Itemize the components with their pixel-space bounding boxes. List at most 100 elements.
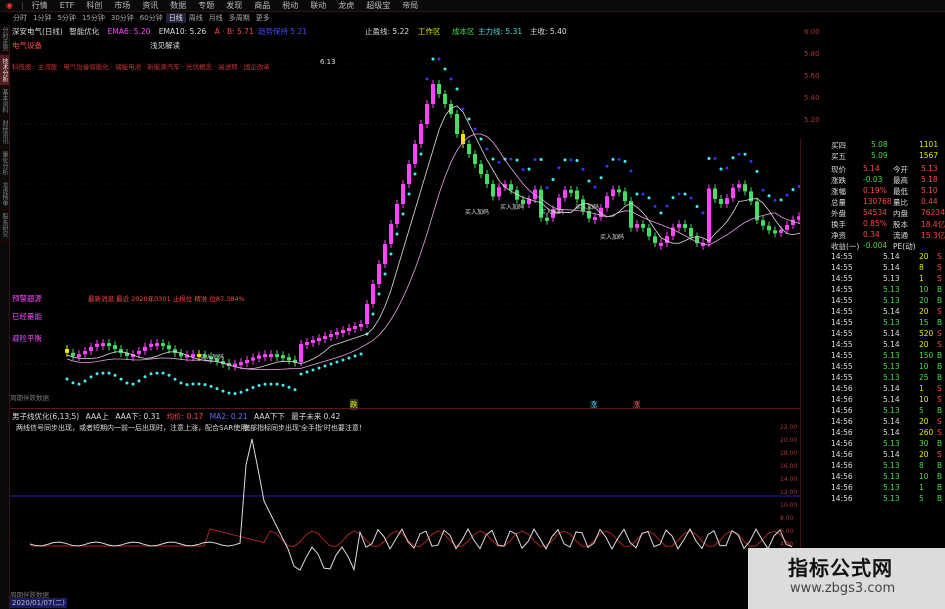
sar-dot [467,117,471,121]
sar-dot [791,188,795,192]
candle-body [767,225,771,231]
tick-price: 5.14 [883,340,900,349]
tick-direction: S [937,252,942,261]
candle-body [593,217,597,221]
tick-price: 5.14 [883,395,900,404]
period-tab[interactable]: 多周期 [226,13,253,23]
side-tab[interactable]: 基本资料 [0,86,9,117]
stat-row: 涨跌 -0.03 最高 5.18 [801,175,945,186]
book-label: 买四 [831,141,846,150]
sar-dot [653,204,657,208]
menu-item[interactable]: 龙虎 [332,0,360,11]
candle-body [113,345,117,350]
candle-body [413,144,417,164]
tick-row: 14:55 5.14 20 S [801,307,945,318]
tick-volume: 15 [919,318,929,327]
candle-body [665,236,669,243]
menu-item[interactable]: 专题 [192,0,220,11]
side-tab[interactable]: 分时走势 [0,24,9,55]
period-tab[interactable]: 1分钟 [30,13,54,23]
side-tab[interactable]: 龙虎榜单 [0,179,9,210]
side-tab-active[interactable]: 技术分析 [0,55,9,86]
tick-row: 14:56 5.14 10 S [801,395,945,406]
sub-axis-label: 16.00 [780,463,797,470]
tick-volume: 10 [919,472,929,481]
top-menu-bar: ◉ | 行情 ETF 科创 市场 资讯 数据 专题 发现 商品 税动 联动 龙虎… [0,0,945,12]
app-logo-icon[interactable]: ◉ [0,1,19,10]
sar-dot [509,157,513,161]
period-tab[interactable]: 30分钟 [108,13,137,23]
stat-row: 现价 5.14 今开 5.13 [801,164,945,175]
tick-time: 14:55 [831,329,853,338]
side-tab[interactable]: 量化分析 [0,148,9,179]
tick-direction: S [937,274,942,283]
sar-dot [665,204,669,208]
tick-direction: S [937,395,942,404]
tick-direction: B [937,461,943,470]
sar-dot [239,390,243,394]
sar-dot [113,373,117,377]
menu-item[interactable]: 联动 [304,0,332,11]
menu-item[interactable]: 资讯 [136,0,164,11]
candlestick-chart[interactable]: 买入加码买入加码买入加码买入加码买入加码买入加码 [10,24,800,409]
menu-item[interactable]: 商品 [248,0,276,11]
tick-volume: 10 [919,395,929,404]
sar-dot [701,211,705,215]
tick-volume: 260 [919,428,934,437]
sub-axis-label: 8.00 [780,515,794,522]
tick-volume: 10 [919,285,929,294]
period-tab[interactable]: 月线 [206,13,226,23]
menu-item[interactable]: 帝局 [396,0,424,11]
side-tab[interactable]: 财经资讯 [0,117,9,148]
period-tab[interactable]: 更多 [253,13,273,23]
menu-item[interactable]: 科创 [80,0,108,11]
book-price: 5.08 [871,140,888,149]
sar-dot [719,167,723,171]
candle-body [281,355,285,359]
menu-item[interactable]: ETF [54,1,81,10]
period-tab[interactable]: 周线 [186,13,206,23]
tick-direction: S [937,329,942,338]
candle-body [353,326,357,329]
period-tab[interactable]: 5分钟 [54,13,78,23]
period-tab[interactable]: 分时 [10,13,30,23]
menu-item[interactable]: 税动 [276,0,304,11]
tick-time: 14:55 [831,307,853,316]
candle-body [161,343,165,347]
sar-dot [755,169,759,173]
tick-time: 14:56 [831,428,853,437]
candle-body [629,201,633,228]
menu-item[interactable]: 超级宝 [360,0,396,11]
tick-time: 14:55 [831,362,853,371]
tick-price: 5.13 [883,439,900,448]
stat-row: 涨幅 0.19% 最低 5.10 [801,186,945,197]
candle-body [443,94,447,104]
oscillator-chart[interactable]: 22.00 20.00 18.00 16.00 14.00 12.00 10.00 8.00 6… [10,409,800,589]
buy-label: 买入加码 [465,208,489,216]
price-axis-label: 5.60 [804,72,820,80]
candle-body [143,346,147,351]
sar-dot [65,377,69,381]
menu-item[interactable]: 行情 [26,0,54,11]
tick-price: 5.14 [883,252,900,261]
sar-dot [293,388,297,392]
period-tab[interactable]: 15分钟 [79,13,108,23]
side-tab[interactable]: 股东研究 [0,210,9,241]
sar-dot [131,382,135,386]
sar-dot [215,387,219,391]
tick-time: 14:56 [831,417,853,426]
menu-item[interactable]: 数据 [164,0,192,11]
tick-row: 14:55 5.13 1 S [801,274,945,285]
menu-item[interactable]: 市场 [108,0,136,11]
sar-dot [767,194,771,198]
candle-body [317,338,321,341]
sar-dot [335,360,339,364]
menu-item[interactable]: 发现 [220,0,248,11]
candle-body [329,334,333,337]
tick-volume: 20 [919,296,929,305]
sar-dot [593,185,597,189]
candle-body [635,224,639,228]
period-tab[interactable]: 60分钟 [137,13,166,23]
tick-direction: S [937,307,942,316]
period-tab-active[interactable]: 日线 [165,12,186,23]
